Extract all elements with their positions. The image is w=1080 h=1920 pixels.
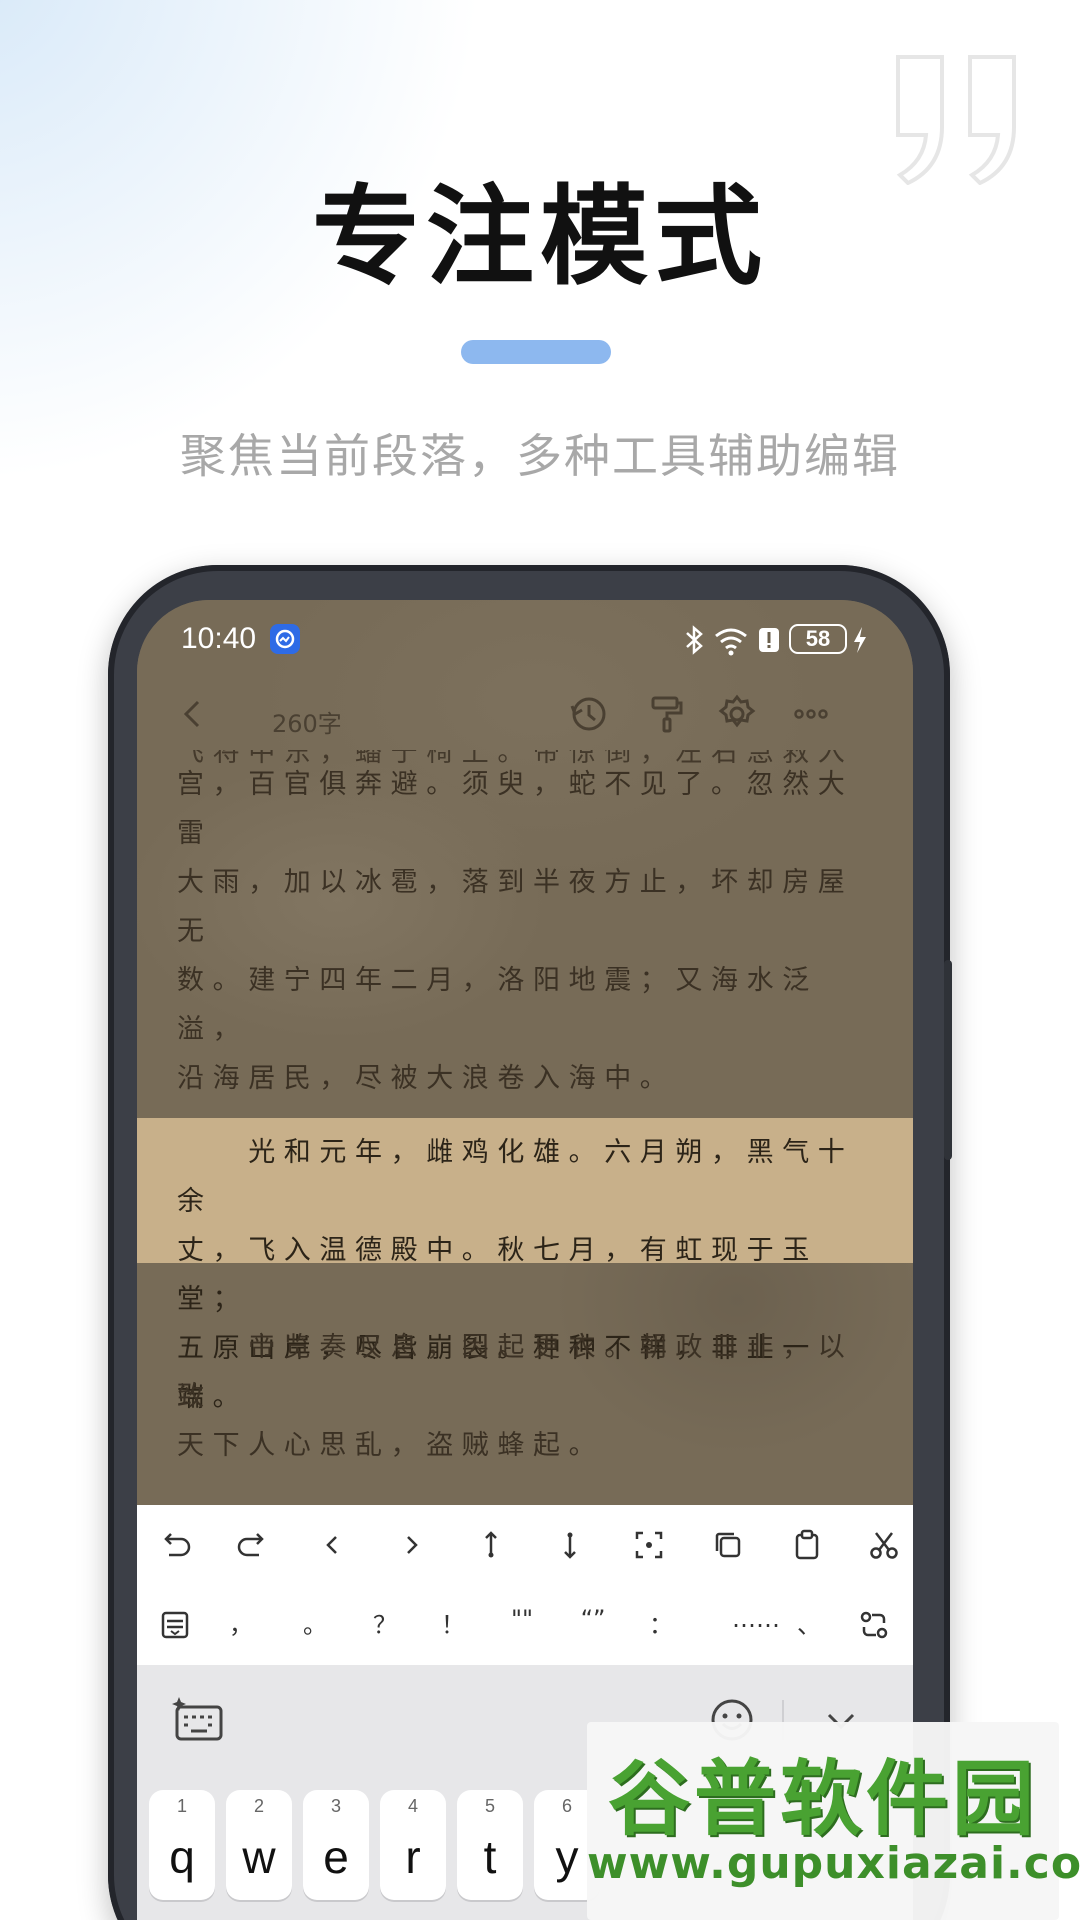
punctuation-key[interactable]: ： xyxy=(639,1605,683,1640)
key-q[interactable]: 1q xyxy=(149,1790,215,1900)
cut-icon[interactable] xyxy=(864,1525,904,1565)
charging-icon xyxy=(854,627,866,653)
select-all-icon[interactable] xyxy=(629,1525,669,1565)
key-letter: q xyxy=(169,1831,195,1883)
headline-accent-bar xyxy=(461,340,611,364)
key-letter: e xyxy=(323,1831,349,1883)
paint-roller-icon[interactable] xyxy=(645,692,689,736)
edit-tools-bar xyxy=(137,1505,913,1585)
key-e[interactable]: 3e xyxy=(303,1790,369,1900)
select-up-icon[interactable] xyxy=(471,1525,511,1565)
more-icon[interactable] xyxy=(789,692,833,736)
key-number: 2 xyxy=(253,1796,264,1816)
key-letter: w xyxy=(242,1831,276,1883)
wifi-icon xyxy=(715,628,747,656)
paragraph-line: 光和元年，雌鸡化雄。六月朔，黑气十余 xyxy=(177,1137,854,1217)
cursor-right-icon[interactable] xyxy=(392,1525,432,1565)
paragraph-line: 大雨，加以冰雹，落到半夜方止，坏却房屋无 xyxy=(177,867,854,947)
paragraph-line: 宫，百官俱奔避。须臾，蛇不见了。忽然大雷 xyxy=(177,769,854,849)
key-number: 4 xyxy=(407,1796,418,1816)
redo-icon[interactable] xyxy=(233,1525,273,1565)
key-letter: t xyxy=(483,1831,497,1883)
undo-icon[interactable] xyxy=(155,1525,195,1565)
paste-icon[interactable] xyxy=(787,1525,827,1565)
format-icon[interactable] xyxy=(155,1605,195,1645)
promo-headline: 专注模式 xyxy=(311,175,768,300)
watermark-url: www.gupuxiazai.com xyxy=(587,1838,1080,1889)
punctuation-key[interactable]: “” xyxy=(571,1605,615,1633)
key-t[interactable]: 5t xyxy=(457,1790,523,1900)
paragraph-line: 沿海居民，尽被大浪卷入海中。 xyxy=(177,1063,676,1094)
punctuation-key[interactable]: ？ xyxy=(363,1605,407,1640)
punctuation-key[interactable]: …… xyxy=(723,1605,789,1633)
editor-toolbar: 260字 xyxy=(137,680,913,750)
app-notification-icon xyxy=(270,624,300,654)
key-number: 1 xyxy=(176,1796,187,1816)
back-icon[interactable] xyxy=(171,692,215,736)
paragraph: 建宁四年二月，洛阳地震；又海水泛溢， 沿海居民，尽被大浪卷入海中。 xyxy=(177,956,877,1103)
watermark-title: 谷普软件园 xyxy=(607,1752,1038,1847)
status-icons: 58 xyxy=(683,624,873,656)
word-count: 260字 xyxy=(272,710,342,738)
paragraph-line: 丈，飞入温德殿中。秋七月，有虹现于玉堂； xyxy=(177,1235,818,1315)
history-icon[interactable] xyxy=(567,692,611,736)
punctuation-key[interactable]: 。 xyxy=(293,1605,337,1640)
copy-icon[interactable] xyxy=(708,1525,748,1565)
punctuation-bar: ， 。 ？ ！ "" “” ： …… 、 xyxy=(137,1585,913,1665)
battery-icon: 58 xyxy=(789,624,847,654)
key-r[interactable]: 4r xyxy=(380,1790,446,1900)
punctuation-key[interactable]: "" xyxy=(500,1605,544,1633)
punctuation-key[interactable]: 、 xyxy=(787,1605,831,1640)
paragraph: 帝览奏叹息，因起更衣。朝政日非，以致 天下人心思乱，盗贼蜂起。 xyxy=(177,1323,877,1470)
key-number: 3 xyxy=(330,1796,341,1816)
status-time: 10:40 xyxy=(181,622,257,655)
ai-keyboard-icon[interactable] xyxy=(171,1695,225,1745)
paragraph-line: 建宁四年二月，洛阳地震；又海水泛溢， xyxy=(177,965,818,1045)
cursor-left-icon[interactable] xyxy=(312,1525,352,1565)
paragraph-line: 帝览奏叹息，因起更衣。朝政日非，以致 xyxy=(177,1332,854,1412)
bluetooth-icon xyxy=(686,625,703,655)
phone-side-button xyxy=(944,960,952,1160)
key-number: 5 xyxy=(484,1796,495,1816)
select-down-icon[interactable] xyxy=(550,1525,590,1565)
status-bar: 10:40 58 xyxy=(137,600,913,680)
alert-icon xyxy=(759,628,779,652)
promo-subtitle: 聚焦当前段落，多种工具辅助编辑 xyxy=(180,429,900,483)
settings-icon[interactable] xyxy=(715,692,759,736)
convert-icon[interactable] xyxy=(854,1605,894,1645)
punctuation-key[interactable]: ， xyxy=(219,1605,263,1640)
watermark: 谷普软件园 www.gupuxiazai.com xyxy=(587,1722,1080,1920)
key-letter: r xyxy=(405,1831,421,1883)
key-w[interactable]: 2w xyxy=(226,1790,292,1900)
punctuation-key[interactable]: ！ xyxy=(431,1605,475,1640)
paragraph-line: 天下人心思乱，盗贼蜂起。 xyxy=(177,1430,605,1461)
editor-text-area[interactable]: 飞将中东，蟠于椅上。帝惊倒，左右急救入 宫，百官俱奔避。须臾，蛇不见了。忽然大雷… xyxy=(137,750,913,1505)
